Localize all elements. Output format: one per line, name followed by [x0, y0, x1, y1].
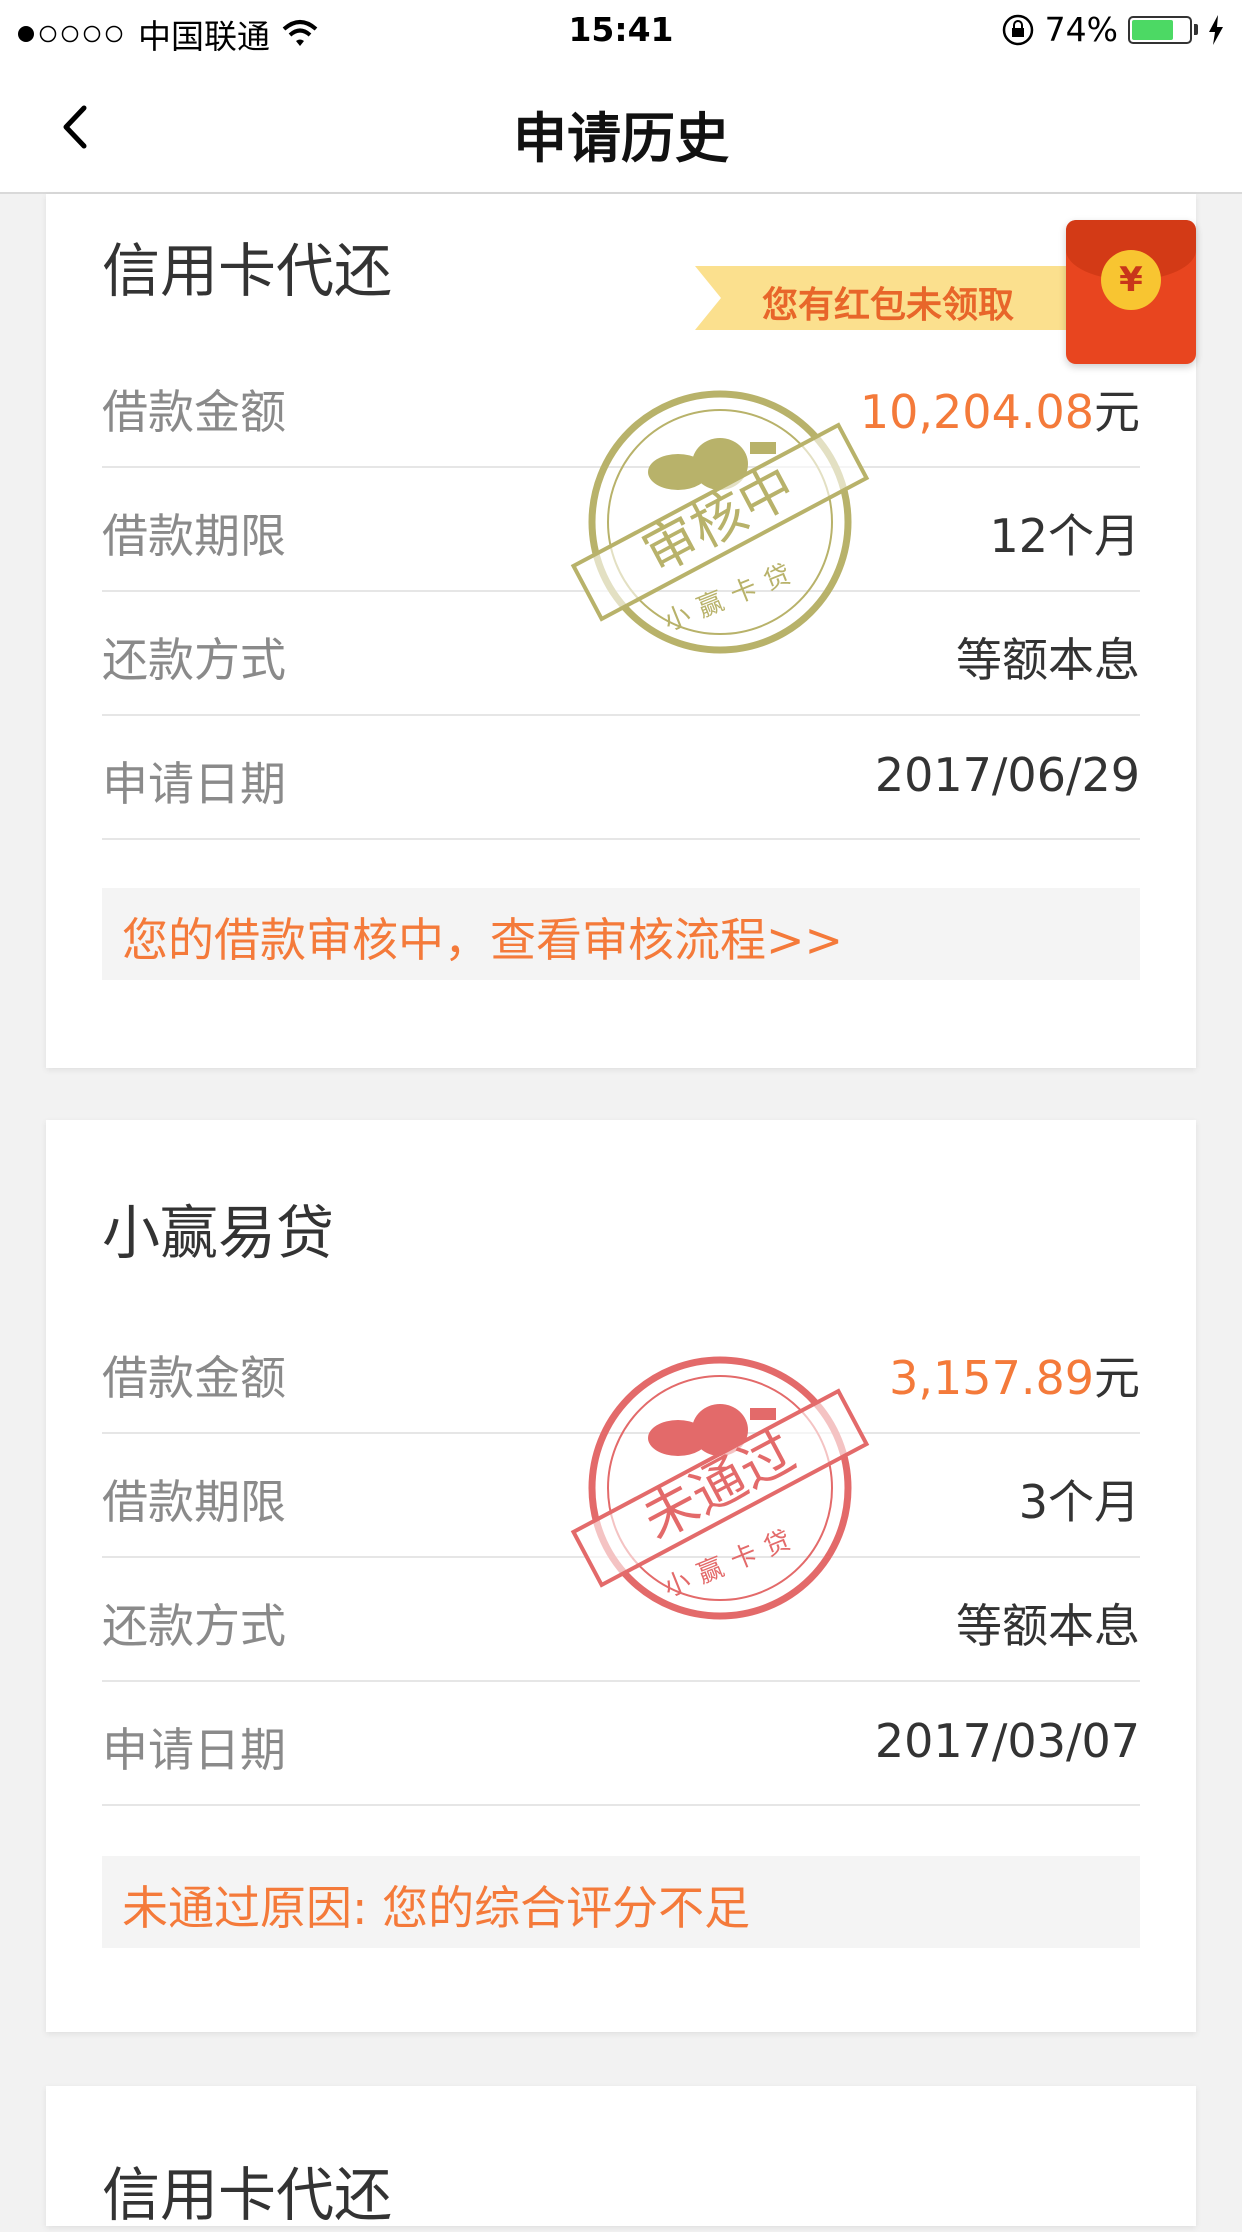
battery-percent: 74% — [1044, 10, 1118, 49]
card-title: 信用卡代还 — [102, 2161, 393, 2229]
row-value: 等额本息 — [956, 1599, 1140, 1653]
row-value: 2017/03/07 — [874, 1714, 1140, 1768]
battery-icon — [1128, 15, 1192, 44]
card-title: 小赢易贷 — [102, 1199, 335, 1267]
battery-cap — [1194, 24, 1198, 35]
row-value: 2017/06/29 — [874, 748, 1140, 802]
status-right: 74% — [1001, 10, 1224, 49]
row-label: 还款方式 — [102, 633, 286, 687]
row-label: 借款期限 — [102, 509, 286, 563]
nav-bar: 申请历史 — [0, 62, 1242, 194]
orientation-lock-icon — [1002, 14, 1033, 45]
row-label: 申请日期 — [102, 1723, 286, 1777]
row-label: 申请日期 — [102, 757, 286, 811]
row-label: 借款金额 — [102, 385, 286, 439]
page-title: 申请历史 — [513, 107, 729, 170]
stamp-reviewing: 审核中 小赢卡贷 — [570, 390, 870, 654]
charging-bolt-icon — [1209, 14, 1223, 45]
row-label: 借款期限 — [102, 1475, 286, 1529]
row-value: 3,157.89元 — [889, 1342, 1140, 1408]
currency-unit: 元 — [1094, 385, 1140, 439]
red-packet-button[interactable]: ¥ — [1066, 220, 1196, 364]
row-apply-date: 申请日期 2017/06/29 — [102, 716, 1140, 840]
row-apply-date: 申请日期 2017/03/07 — [102, 1682, 1140, 1806]
status-bar: 中国联通 15:41 74% — [0, 0, 1242, 62]
yuan-coin-icon: ¥ — [1101, 250, 1161, 310]
loan-amount: 10,204.08 — [859, 385, 1094, 439]
currency-unit: 元 — [1094, 1351, 1140, 1405]
rejection-reason: 未通过原因: 您的综合评分不足 — [102, 1856, 1140, 1948]
row-value: 12个月 — [989, 509, 1140, 563]
row-label: 还款方式 — [102, 1599, 286, 1653]
card-title: 信用卡代还 — [102, 237, 393, 305]
loan-amount: 3,157.89 — [889, 1351, 1094, 1405]
application-card[interactable]: 信用卡代还 — [46, 2086, 1196, 2229]
battery-fill — [1132, 19, 1173, 40]
red-packet-text[interactable]: 您有红包未领取 — [762, 276, 1014, 328]
stamp-rejected: 未通过 小赢卡贷 — [570, 1356, 870, 1620]
row-value: 10,204.08元 — [860, 376, 1140, 442]
row-value: 等额本息 — [956, 633, 1140, 687]
row-label: 借款金额 — [102, 1351, 286, 1405]
review-process-link[interactable]: 您的借款审核中，查看审核流程>> — [102, 888, 1140, 980]
row-value: 3个月 — [1018, 1475, 1140, 1529]
